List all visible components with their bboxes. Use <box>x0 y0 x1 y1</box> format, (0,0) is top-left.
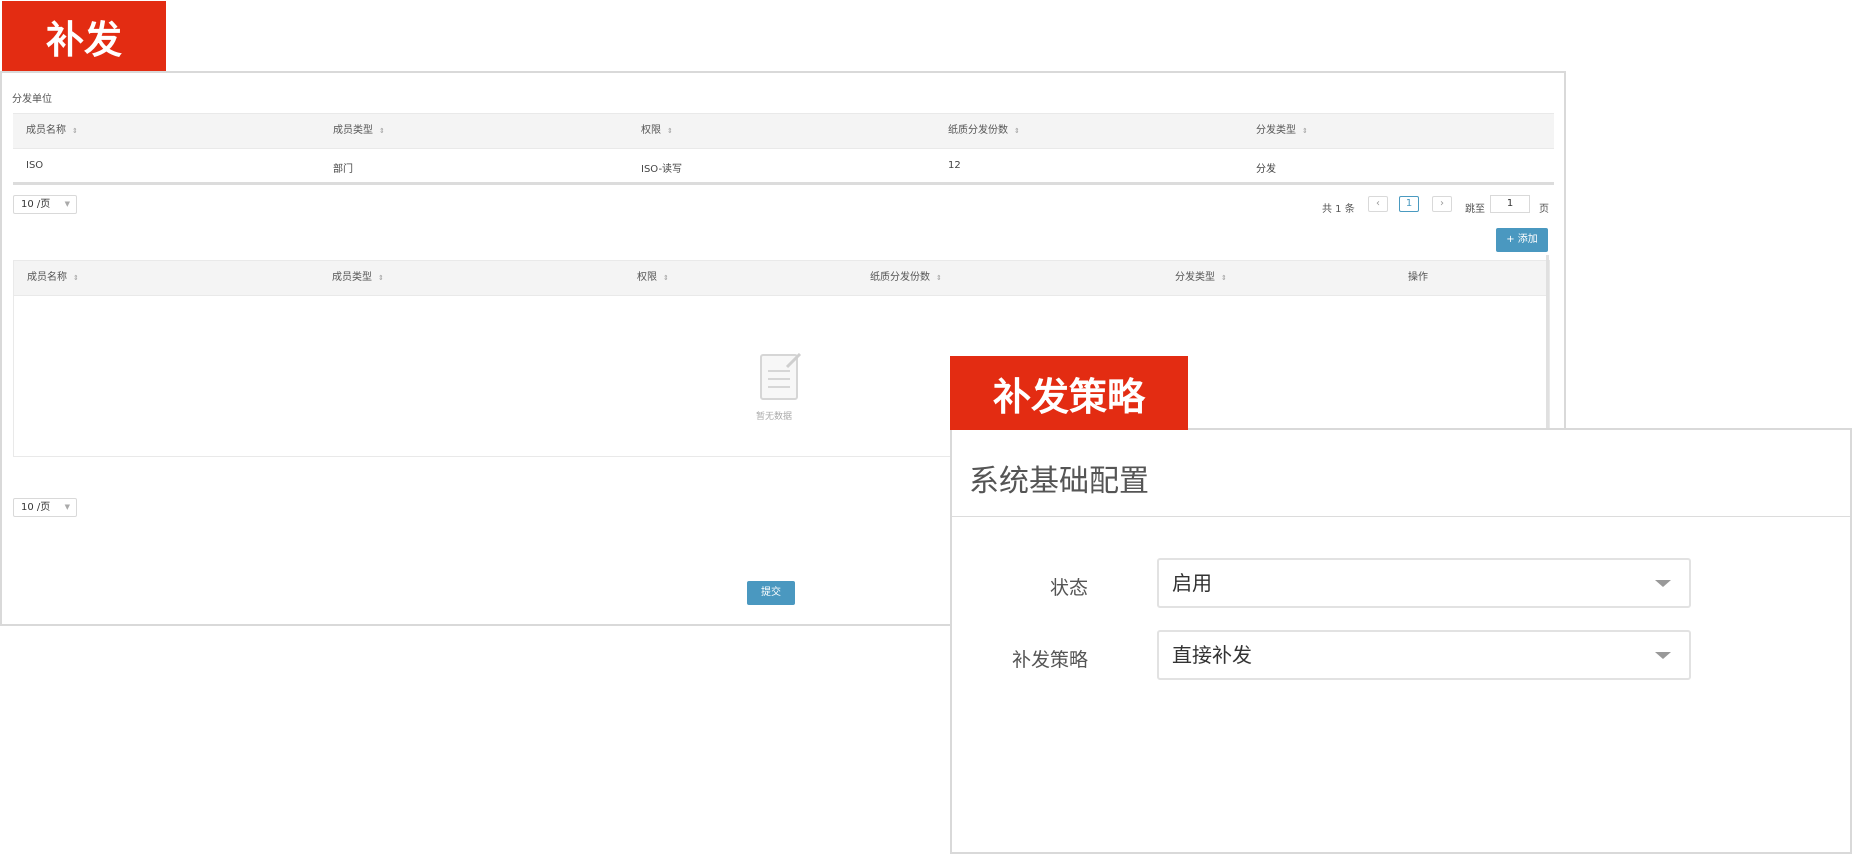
column-header[interactable]: 纸质分发份数 ⇕ <box>948 114 1020 148</box>
cell-copies: 12 <box>948 160 961 171</box>
chevron-down-icon: ▼ <box>64 503 70 511</box>
empty-text: 暂无数据 <box>756 412 793 422</box>
column-header[interactable]: 纸质分发份数 ⇕ <box>870 261 942 295</box>
strategy-select[interactable]: 直接补发 <box>1157 630 1691 680</box>
panel-title: 系统基础配置 <box>969 464 1149 499</box>
column-header[interactable]: 成员类型 ⇕ <box>333 114 385 148</box>
column-header[interactable]: 分发类型 ⇕ <box>1175 261 1227 295</box>
submit-button[interactable]: 提交 <box>747 581 795 605</box>
add-button[interactable]: + 添加 <box>1496 228 1548 252</box>
status-select[interactable]: 启用 <box>1157 558 1691 608</box>
chevron-down-icon: ▼ <box>64 200 70 208</box>
section-title: 分发单位 <box>12 94 52 105</box>
table-row[interactable]: ISO 部门 ISO-读写 12 分发 <box>13 148 1554 185</box>
column-header[interactable]: 成员名称 ⇕ <box>27 261 79 295</box>
sort-icon[interactable]: ⇕ <box>936 274 942 282</box>
sort-icon[interactable]: ⇕ <box>1221 274 1227 282</box>
sort-icon[interactable]: ⇕ <box>73 274 79 282</box>
strategy-panel: 系统基础配置 状态 启用 补发策略 直接补发 <box>950 428 1852 854</box>
chevron-down-icon <box>1655 652 1671 659</box>
cell-dist: 分发 <box>1256 164 1276 175</box>
total-count: 共 1 条 <box>1322 204 1355 215</box>
prev-page-button[interactable]: ‹ <box>1368 196 1388 212</box>
table-header: 成员名称 ⇕ 成员类型 ⇕ 权限 ⇕ 纸质分发份数 ⇕ 分发类型 ⇕ 操作 <box>14 261 1549 296</box>
reissue-tag: 补发 <box>2 1 166 71</box>
column-header[interactable]: 分发类型 ⇕ <box>1256 114 1308 148</box>
column-header[interactable]: 成员类型 ⇕ <box>332 261 384 295</box>
page-size-select[interactable]: 10 /页 ▼ <box>13 195 77 214</box>
cell-perm: ISO-读写 <box>641 164 683 175</box>
column-header-actions: 操作 <box>1408 272 1428 283</box>
jump-label: 跳至 <box>1465 204 1485 215</box>
page-number[interactable]: 1 <box>1399 196 1419 212</box>
page-suffix: 页 <box>1539 204 1549 215</box>
sort-icon[interactable]: ⇕ <box>378 274 384 282</box>
sort-icon[interactable]: ⇕ <box>1014 127 1020 135</box>
jump-input[interactable]: 1 <box>1490 195 1530 213</box>
chevron-down-icon <box>1655 580 1671 587</box>
sort-icon[interactable]: ⇕ <box>1302 127 1308 135</box>
strategy-label: 补发策略 <box>1011 649 1088 671</box>
cell-name: ISO <box>26 160 44 171</box>
cell-type: 部门 <box>333 164 353 175</box>
sort-icon[interactable]: ⇕ <box>72 127 78 135</box>
table-header: 成员名称 ⇕ 成员类型 ⇕ 权限 ⇕ 纸质分发份数 ⇕ 分发类型 ⇕ <box>13 113 1554 149</box>
status-label: 状态 <box>1049 577 1088 599</box>
sort-icon[interactable]: ⇕ <box>663 274 669 282</box>
divider <box>952 516 1850 517</box>
sort-icon[interactable]: ⇕ <box>379 127 385 135</box>
page-size-select[interactable]: 10 /页 ▼ <box>13 498 77 517</box>
column-header[interactable]: 成员名称 ⇕ <box>26 114 78 148</box>
next-page-button[interactable]: › <box>1432 196 1452 212</box>
column-header[interactable]: 权限 ⇕ <box>641 114 673 148</box>
empty-data-icon <box>759 352 803 403</box>
column-header[interactable]: 权限 ⇕ <box>637 261 669 295</box>
sort-icon[interactable]: ⇕ <box>667 127 673 135</box>
strategy-tag: 补发策略 <box>950 356 1188 430</box>
